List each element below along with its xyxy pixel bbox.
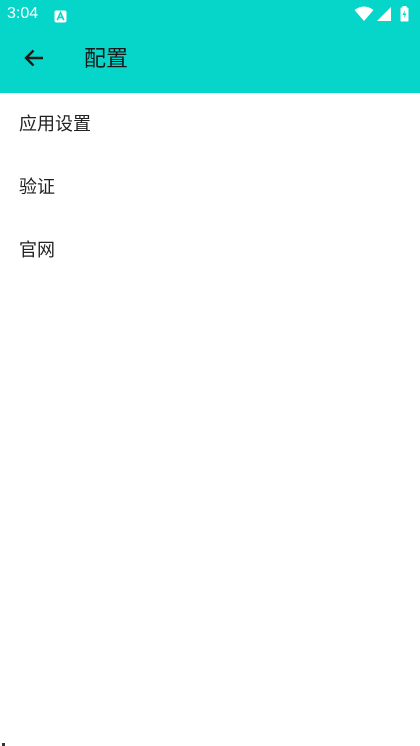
wifi-icon	[354, 6, 374, 21]
app-bar: 配置	[0, 28, 420, 93]
settings-menu: 应用设置 验证 官网	[0, 93, 420, 282]
status-icons	[354, 6, 414, 22]
back-button[interactable]	[12, 38, 56, 82]
menu-item-label: 官网	[19, 239, 55, 261]
battery-icon	[400, 6, 409, 22]
top-bar: 3:04 配置	[0, 0, 420, 93]
signal-icon	[377, 7, 391, 21]
arrow-back-icon	[23, 47, 45, 73]
menu-item-app-settings[interactable]: 应用设置	[0, 93, 420, 156]
menu-item-verify[interactable]: 验证	[0, 156, 420, 219]
screen: 3:04 配置 应用设置 验证 官网	[0, 0, 420, 746]
page-title: 配置	[84, 47, 129, 72]
menu-item-official-site[interactable]: 官网	[0, 219, 420, 282]
status-bar: 3:04	[0, 0, 420, 28]
menu-item-label: 验证	[19, 176, 55, 198]
menu-item-label: 应用设置	[19, 113, 91, 135]
status-time: 3:04	[7, 5, 39, 22]
notification-a-icon	[54, 8, 67, 23]
